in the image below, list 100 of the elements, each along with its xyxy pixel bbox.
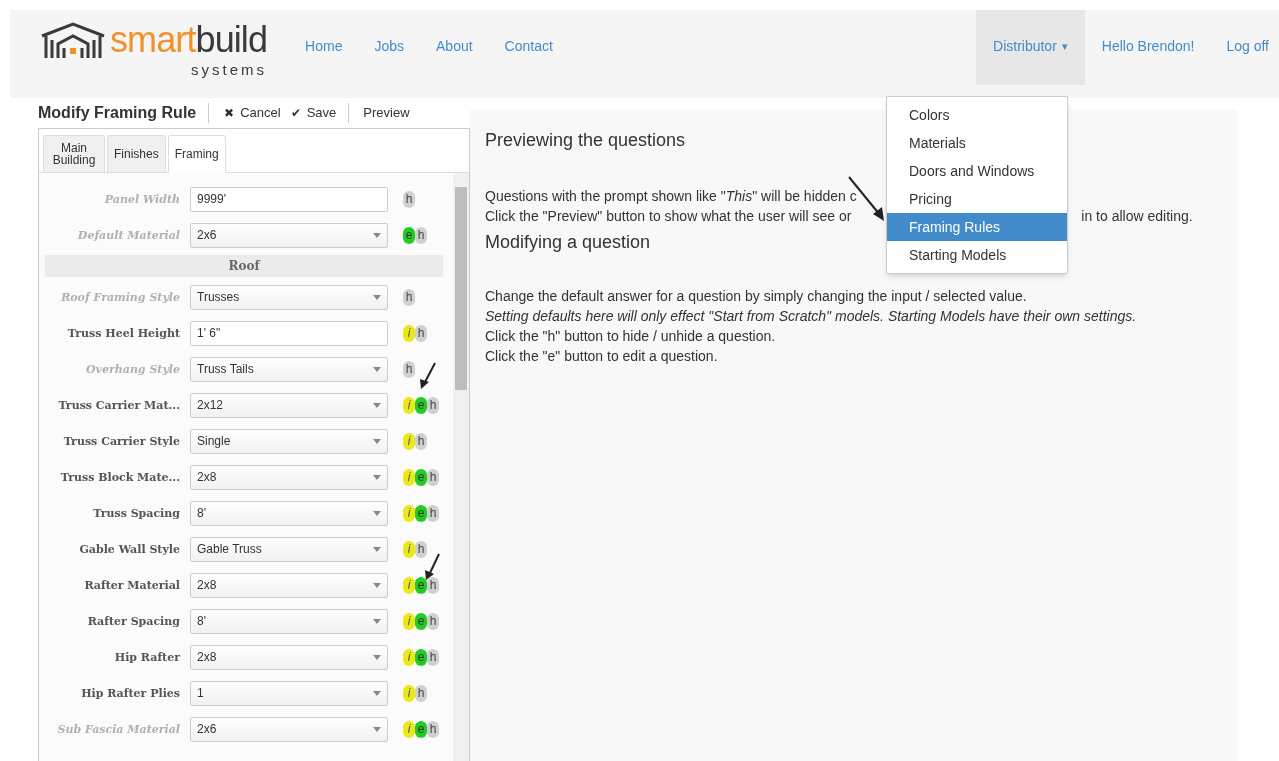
caret-icon [373,294,381,300]
info-button[interactable]: i [403,504,415,522]
hide-button[interactable]: h [427,468,439,486]
info-button[interactable]: i [403,684,415,702]
hide-button[interactable]: h [427,504,439,522]
tab[interactable]: Framing [167,135,226,173]
hide-button[interactable]: h [427,648,439,666]
select-dropdown[interactable]: 2x8 [190,644,388,670]
save-button[interactable]: ✔ Save [290,103,337,123]
cancel-button[interactable]: ✖ Cancel [224,103,281,123]
menu-item[interactable]: Framing Rules [887,213,1067,241]
info-button[interactable]: i [403,396,415,414]
menu-item[interactable]: Starting Models [887,241,1067,269]
nav-link[interactable]: Jobs [374,36,404,57]
edit-button[interactable]: e [415,612,427,630]
text-field[interactable]: 1' 6" [190,320,388,346]
hide-button[interactable]: h [427,396,439,414]
select-dropdown[interactable]: Single [190,428,388,454]
logoff-link[interactable]: Log off [1226,10,1269,57]
hide-button[interactable]: h [415,226,427,244]
caret-icon [373,402,381,408]
field-label: Hip Rafter Plies [80,687,180,699]
help-text: in to allow editing. [1081,207,1193,226]
caret-icon [373,582,381,588]
info-button[interactable]: i [403,576,415,594]
field-label: Default Material [76,229,180,241]
field-label: Truss Block Mate... [59,471,180,483]
select-dropdown[interactable]: Trusses [190,284,388,310]
field-label: Truss Spacing [92,507,180,519]
menu-item[interactable]: Pricing [887,185,1067,213]
section-header: Roof [45,255,443,277]
field-label: Truss Heel Height [66,327,180,339]
menu-item[interactable]: Colors [887,101,1067,129]
help-text: Click the "Preview" button to show what the user will see or [485,207,852,226]
select-dropdown[interactable]: 2x6 [190,716,388,742]
barn-logo-icon [40,22,106,58]
info-button[interactable]: i [403,324,415,342]
info-button[interactable]: i [403,432,415,450]
scrollbar[interactable] [453,173,469,761]
page-title: Modify Framing Rule [38,103,197,123]
caret-icon [373,618,381,624]
hide-button[interactable]: h [415,432,427,450]
menu-item[interactable]: Doors and Windows [887,157,1067,185]
field-label: Truss Carrier Mat... [57,399,180,411]
hide-button[interactable]: h [415,684,427,702]
select-dropdown[interactable]: 2x12 [190,392,388,418]
annotation-arrow [425,553,440,580]
edit-button[interactable]: e [415,720,427,738]
edit-button[interactable]: e [403,226,415,244]
help-text: Click the "h" button to hide / unhide a question. [485,327,777,346]
menu-item[interactable]: Materials [887,129,1067,157]
field-label: Gable Wall Style [78,543,180,555]
edit-button[interactable]: e [415,468,427,486]
hide-button[interactable]: h [427,720,439,738]
nav-link[interactable]: Contact [504,36,553,57]
help-text: Change the default answer for a question by simply changing the input / selected value. [485,287,1028,306]
select-dropdown[interactable]: Gable Truss [190,536,388,562]
hide-button[interactable]: h [415,540,427,558]
info-button[interactable]: i [403,720,415,738]
hide-button[interactable]: h [403,190,415,208]
hide-button[interactable]: h [427,576,439,594]
hide-button[interactable]: h [427,612,439,630]
select-dropdown[interactable]: Truss Tails [190,356,388,382]
select-dropdown[interactable]: 1 [190,680,388,706]
hide-button[interactable]: h [403,288,415,306]
field-label: Sub Fascia Material [56,723,180,735]
caret-icon [373,654,381,660]
tab[interactable]: Finishes [107,135,166,173]
tab[interactable]: Main Building [43,135,105,173]
greeting-link[interactable]: Hello Brendon! [1101,10,1195,57]
edit-button[interactable]: e [415,576,427,594]
info-button[interactable]: i [403,540,415,558]
hide-button[interactable]: h [403,360,415,378]
caret-icon [373,546,381,552]
edit-button[interactable]: e [415,504,427,522]
help-text: Questions with the prompt shown like "This" will be hidden c [485,187,857,206]
preview-button[interactable]: Preview [363,103,410,123]
field-label: Overhang Style [85,363,180,375]
select-dropdown[interactable]: 2x6 [190,222,388,248]
caret-icon [373,690,381,696]
caret-icon [373,438,381,444]
select-dropdown[interactable]: 8' [190,608,388,634]
info-button[interactable]: i [403,468,415,486]
field-label: Rafter Material [83,579,180,591]
edit-button[interactable]: e [415,648,427,666]
field-label: Rafter Spacing [86,615,180,627]
annotation-arrow [420,362,436,389]
caret-icon [373,726,381,732]
nav-link[interactable]: Home [305,36,343,57]
text-field[interactable]: 9999' [190,186,388,212]
select-dropdown[interactable]: 2x8 [190,572,388,598]
info-button[interactable]: i [403,648,415,666]
brand-name: smart [110,19,196,60]
brand-tagline: systems [191,62,268,78]
edit-button[interactable]: e [415,396,427,414]
select-dropdown[interactable]: 2x8 [190,464,388,490]
hide-button[interactable]: h [415,324,427,342]
info-button[interactable]: i [403,612,415,630]
select-dropdown[interactable]: 8' [190,500,388,526]
nav-link[interactable]: About [436,36,473,57]
